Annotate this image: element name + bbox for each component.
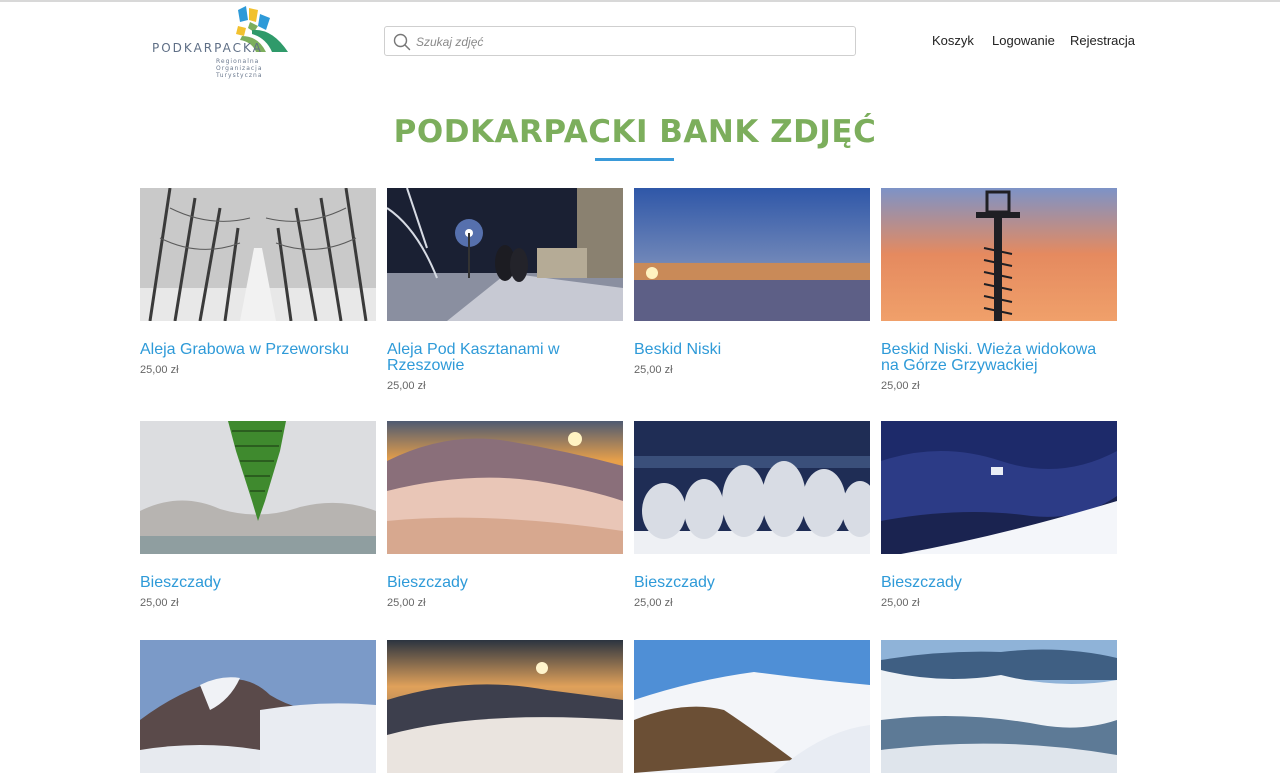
nav-register-link[interactable]: Rejestracja <box>1070 33 1135 48</box>
product-title[interactable]: Bieszczady <box>634 575 870 591</box>
product-price: 25,00 zł <box>881 597 920 609</box>
product-price: 25,00 zł <box>387 380 426 392</box>
title-underline <box>595 158 674 161</box>
product-title[interactable]: Bieszczady <box>881 575 1117 591</box>
product-image[interactable] <box>140 421 376 554</box>
search-icon <box>393 33 411 51</box>
logo-subtitle: Regionalna Organizacja Turystyczna <box>216 58 263 79</box>
product-title[interactable]: Beskid Niski. Wieża widokowa na Górze Gr… <box>881 342 1117 374</box>
page-title: PODKARPACKI BANK ZDJĘĆ <box>393 114 877 150</box>
nav-cart-link[interactable]: Koszyk <box>932 33 974 48</box>
product-image[interactable] <box>634 421 870 554</box>
product-image[interactable] <box>140 188 376 321</box>
product-price: 25,00 zł <box>387 597 426 609</box>
product-price: 25,00 zł <box>881 380 920 392</box>
search-input[interactable] <box>416 32 836 51</box>
product-price: 25,00 zł <box>140 364 179 376</box>
product-image[interactable] <box>881 188 1117 321</box>
logo-wordmark: PODKARPACKA <box>152 41 263 55</box>
product-price: 25,00 zł <box>140 597 179 609</box>
product-image[interactable] <box>140 640 376 773</box>
product-title[interactable]: Beskid Niski <box>634 342 870 358</box>
product-price: 25,00 zł <box>634 364 673 376</box>
nav-login-link[interactable]: Logowanie <box>992 33 1055 48</box>
product-image[interactable] <box>387 421 623 554</box>
product-price: 25,00 zł <box>634 597 673 609</box>
product-image[interactable] <box>634 640 870 773</box>
product-title[interactable]: Bieszczady <box>387 575 623 591</box>
top-border <box>0 0 1280 2</box>
product-image[interactable] <box>387 640 623 773</box>
product-title[interactable]: Aleja Grabowa w Przeworsku <box>140 342 376 358</box>
product-title[interactable]: Aleja Pod Kasztanami w Rzeszowie <box>387 342 623 374</box>
product-image[interactable] <box>881 640 1117 773</box>
product-image[interactable] <box>634 188 870 321</box>
search-box[interactable] <box>384 26 856 56</box>
product-image[interactable] <box>387 188 623 321</box>
product-image[interactable] <box>881 421 1117 554</box>
product-title[interactable]: Bieszczady <box>140 575 376 591</box>
site-logo[interactable]: PODKARPACKA Regionalna Organizacja Turys… <box>150 6 300 84</box>
